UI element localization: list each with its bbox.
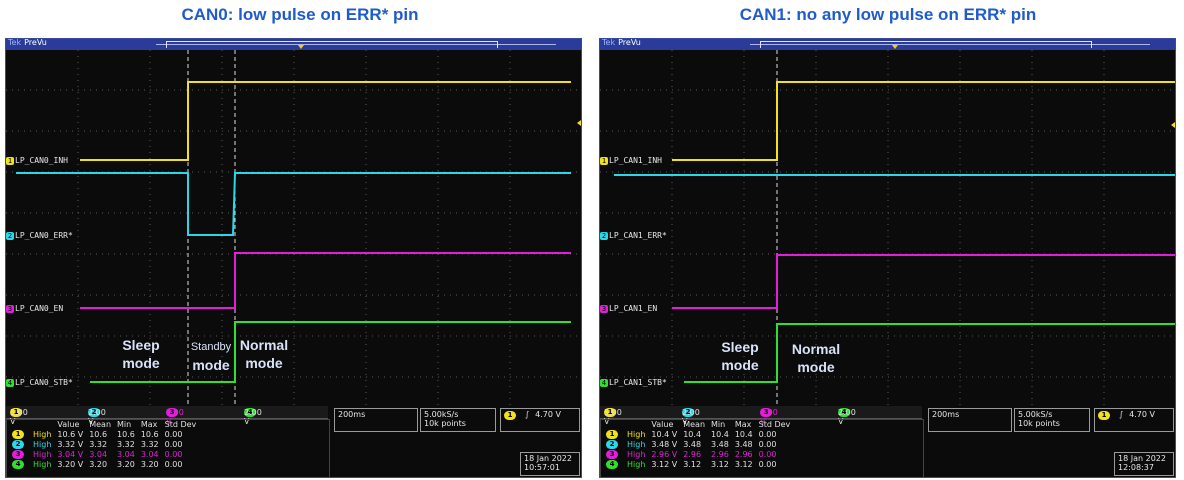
ch2-label: 2 LP_CAN0_ERR* (6, 231, 73, 240)
normal-mode-annotation: Normal mode (791, 341, 841, 375)
table-row: 3 High 3.04 V 3.04 3.04 3.04 0.00 (9, 449, 199, 459)
trigger-readout[interactable]: 1 ∫ 4.70 V (1094, 408, 1174, 432)
ch3-label: 3 LP_CAN0_EN (6, 304, 64, 313)
table-row: 1 High 10.6 V 10.6 10.6 10.6 0.00 (9, 429, 199, 439)
scope-screen-can0: Tek PreVu 1 LP_CAN0_INH 2 LP_CAN0_ERR* 3… (5, 38, 582, 478)
scope-status-bar: Tek PreVu (600, 39, 1175, 50)
channel-scale-bar: 1 5.00 V 2 2.00 V 3 2.00 V 4 2.00 V (600, 406, 922, 426)
normal-mode-annotation: Normal mode (239, 337, 289, 371)
ch1-label: 1 LP_CAN1_INH (600, 156, 662, 165)
ch4-label: 4 LP_CAN0_STB* (6, 378, 73, 387)
table-row: 4 High 3.12 V 3.12 3.12 3.12 0.00 (603, 459, 793, 469)
ch1-trace (672, 81, 1175, 161)
timebase-readout[interactable]: 200ms (928, 408, 1012, 432)
table-row: 3 High 2.96 V 2.96 2.96 2.96 0.00 (603, 449, 793, 459)
ch4-label: 4 LP_CAN1_STB* (600, 378, 667, 387)
table-row: 2 High 3.32 V 3.32 3.32 3.32 0.00 (9, 439, 199, 449)
sleep-mode-annotation: Sleep mode (721, 339, 759, 373)
acquisition-readout[interactable]: 5.00kS/s 10k points (420, 408, 496, 432)
date-time-readout: 18 Jan 2022 10:57:01 (520, 452, 580, 476)
left-caption: CAN0: low pulse on ERR* pin (181, 5, 419, 24)
table-row: 1 High 10.4 V 10.4 10.4 10.4 0.00 (603, 429, 793, 439)
measurement-table: Value Mean Min Max Std Dev 1 High 10.6 V 10.6 10… (6, 419, 330, 477)
sleep-mode-annotation: Sleep mode (122, 337, 160, 371)
ch1-label: 1 LP_CAN0_INH (6, 156, 68, 165)
trigger-readout[interactable]: 1 ∫ 4.70 V (500, 408, 580, 432)
scope-readout-panel: 1 5.00 V 2 2.00 V 3 2.00 V 4 2.00 V Value Mea… (6, 406, 581, 477)
ch3-label: 3 LP_CAN1_EN (600, 304, 658, 313)
waveform-grid (600, 50, 1175, 406)
ch1-trace (80, 81, 571, 161)
timebase-readout[interactable]: 200ms (334, 408, 418, 432)
waveform-area: 1 LP_CAN1_INH 2 LP_CAN1_ERR* 3 LP_CAN1_EN 4… (600, 50, 1175, 406)
ch3-trace (80, 252, 571, 309)
acquisition-readout[interactable]: 5.00kS/s 10k points (1014, 408, 1090, 432)
ch3-trace (672, 254, 1175, 309)
waveform-area: 1 LP_CAN0_INH 2 LP_CAN0_ERR* 3 LP_CAN0_EN 4… (6, 50, 581, 406)
measurement-table: Value Mean Min Max Std Dev 1 High 10.4 V 10.4 10… (600, 419, 924, 477)
channel-scale-bar: 1 5.00 V 2 2.00 V 3 2.00 V 4 2.00 V (6, 406, 328, 426)
scope-screen-can1: Tek PreVu 1 LP_CAN1_INH 2 LP_CAN1_ERR* 3… (599, 38, 1176, 478)
right-caption: CAN1: no any low pulse on ERR* pin (739, 5, 1037, 24)
scope-readout-panel: 1 5.00 V 2 2.00 V 3 2.00 V 4 2.00 V Value Mea… (600, 406, 1175, 477)
standby-mode-annotation: Standby mode (190, 341, 232, 373)
ch2-label: 2 LP_CAN1_ERR* (600, 231, 667, 240)
scope-status-bar: Tek PreVu (6, 39, 581, 50)
table-row: 4 High 3.20 V 3.20 3.20 3.20 0.00 (9, 459, 199, 469)
date-time-readout: 18 Jan 2022 12:08:37 (1114, 452, 1174, 476)
table-row: 2 High 3.48 V 3.48 3.48 3.48 0.00 (603, 439, 793, 449)
